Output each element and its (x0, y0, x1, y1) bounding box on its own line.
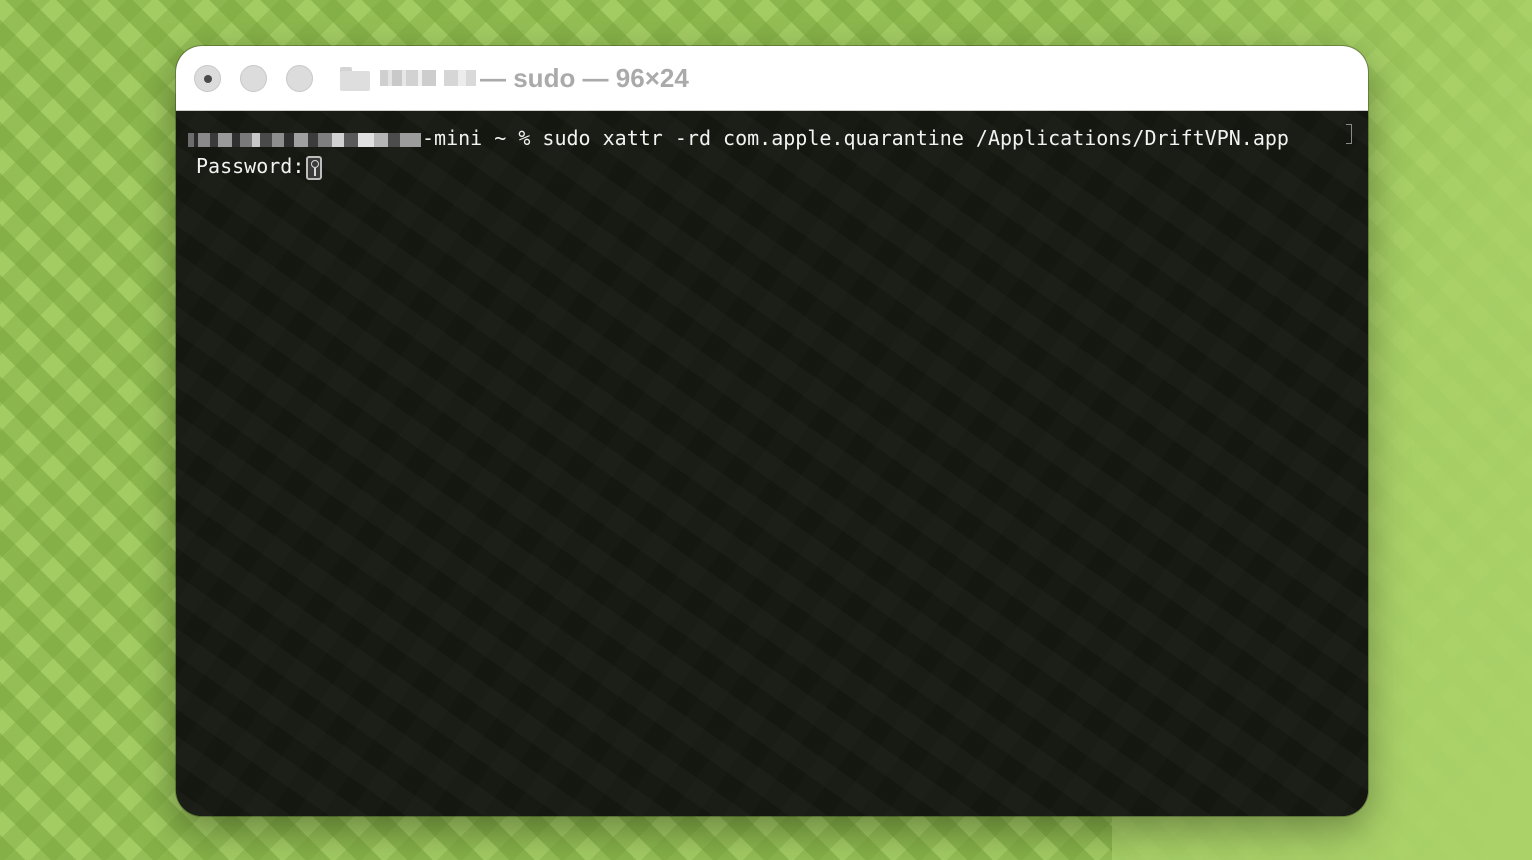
redacted-hostname (188, 132, 421, 147)
title-bar[interactable]: — sudo — 96×24 (176, 46, 1368, 111)
zoom-button[interactable] (286, 65, 313, 92)
command-line: -mini ~ % sudo xattr -rd com.apple.quara… (188, 124, 1289, 152)
window-title: — sudo — 96×24 (480, 62, 689, 93)
line-mark-indicator (1346, 124, 1352, 144)
prompt-suffix: -mini ~ % (422, 126, 543, 150)
command-text: sudo xattr -rd com.apple.quarantine /App… (542, 126, 1289, 150)
terminal-window[interactable]: — sudo — 96×24 -mini ~ % sudo xattr -rd … (176, 46, 1368, 816)
window-title-group: — sudo — 96×24 (340, 60, 689, 96)
folder-icon (340, 65, 370, 91)
terminal-content[interactable]: -mini ~ % sudo xattr -rd com.apple.quara… (176, 111, 1368, 816)
close-button[interactable] (194, 65, 221, 92)
password-label: Password: (196, 154, 305, 178)
password-line: Password: (196, 152, 304, 180)
key-icon[interactable] (306, 156, 322, 180)
redacted-folder-name (380, 70, 476, 86)
minimize-button[interactable] (240, 65, 267, 92)
